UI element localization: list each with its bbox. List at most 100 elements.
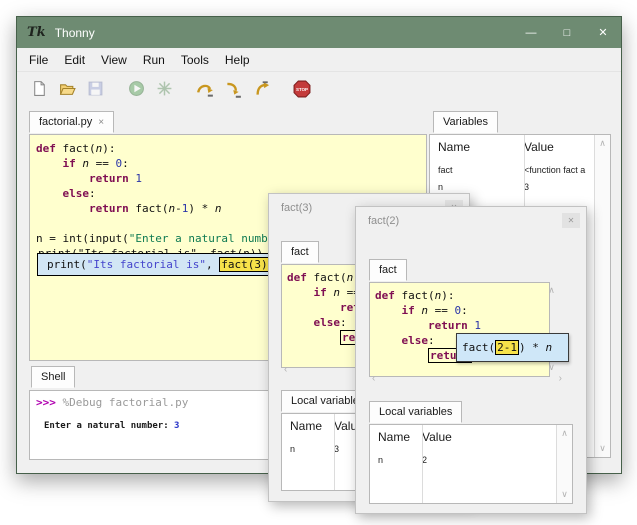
window-controls: — □ ✕	[513, 17, 621, 48]
menu-run[interactable]: Run	[135, 50, 173, 70]
new-file-icon[interactable]	[27, 77, 51, 101]
code-line[interactable]: if n == 0:	[36, 156, 426, 171]
dialog-title: fact(2)	[368, 215, 399, 227]
code-token: fact(3)	[219, 257, 269, 272]
dialog-code-view[interactable]: def fact(n): if n == 0: return 1 else: r…	[369, 282, 550, 377]
scroll-up-icon[interactable]: ∧	[561, 428, 568, 439]
code-token: 2-1	[495, 340, 519, 355]
scroll-left-icon[interactable]: ‹	[372, 373, 375, 384]
code-token: :	[340, 316, 347, 329]
code-token	[375, 349, 428, 362]
code-token: ):	[102, 142, 115, 155]
close-button[interactable]: ✕	[585, 17, 621, 48]
code-line[interactable]: return 1	[36, 171, 426, 186]
tab-label: Variables	[443, 116, 488, 128]
menu-help[interactable]: Help	[217, 50, 258, 70]
tab-close-icon[interactable]: ×	[98, 117, 104, 128]
column-name: Name	[290, 419, 334, 433]
debug-icon	[152, 77, 176, 101]
code-token: print(	[47, 258, 87, 271]
code-token	[287, 316, 314, 329]
scroll-down-icon[interactable]: ∨	[561, 489, 568, 500]
code-token	[36, 202, 89, 215]
step-over-icon[interactable]	[193, 77, 217, 101]
code-token: :	[122, 157, 129, 170]
debug-focus-statement: print("Its factorial is", fact(3))	[37, 253, 306, 276]
column-value: Value	[422, 430, 452, 444]
cell-name: n	[290, 444, 334, 454]
open-file-icon[interactable]	[55, 77, 79, 101]
code-token: return	[428, 319, 468, 332]
tab-fact[interactable]: fact	[281, 241, 319, 263]
code-token: n	[215, 202, 222, 215]
tab-variables[interactable]: Variables	[433, 111, 498, 133]
code-token: fact(	[307, 271, 347, 284]
dialog-close-icon[interactable]: ✕	[562, 213, 580, 228]
scroll-down-icon[interactable]: ∨	[599, 443, 606, 454]
code-token: n = int(input(	[36, 232, 129, 245]
code-line[interactable]: def fact(n):	[375, 288, 549, 303]
code-token: fact(	[462, 341, 495, 354]
minimize-button[interactable]: —	[513, 17, 549, 48]
code-token: def	[375, 289, 395, 302]
table-row[interactable]: n2	[370, 448, 572, 465]
cell-value: 2	[422, 455, 564, 465]
step-into-icon[interactable]	[221, 77, 245, 101]
tab-factorial-py[interactable]: factorial.py ×	[29, 111, 114, 133]
code-token: ,	[206, 258, 219, 271]
code-token: def	[287, 271, 307, 284]
code-token: if	[402, 304, 415, 317]
label: Local variables	[291, 395, 364, 407]
horizontal-scrollbar[interactable]: ‹ ›	[369, 372, 565, 385]
code-token: fact(	[56, 142, 96, 155]
code-token: :	[89, 187, 96, 200]
tab-label: factorial.py	[39, 116, 92, 128]
scroll-up-icon[interactable]: ∧	[548, 285, 555, 296]
code-token: n	[421, 304, 428, 317]
table-rows: n2	[370, 448, 572, 465]
title-bar[interactable]: Tk Thonny — □ ✕	[17, 17, 621, 48]
code-token: def	[36, 142, 56, 155]
shell-io-value: 3	[174, 421, 179, 431]
stop-icon[interactable]: STOP	[290, 77, 314, 101]
step-out-icon[interactable]	[249, 77, 273, 101]
maximize-button[interactable]: □	[549, 17, 585, 48]
shell-io-text: Enter a natural number:	[44, 421, 174, 431]
scroll-up-icon[interactable]: ∧	[599, 138, 606, 149]
code-token	[375, 319, 428, 332]
variables-scrollbar[interactable]: ∧ ∨	[594, 135, 610, 457]
expression-evaluation-popup: fact(2-1) * n	[456, 333, 569, 362]
code-line[interactable]: return 1	[375, 318, 549, 333]
menu-view[interactable]: View	[93, 50, 135, 70]
menu-edit[interactable]: Edit	[56, 50, 93, 70]
code-line[interactable]: def fact(n):	[36, 141, 426, 156]
code-token: ):	[441, 289, 454, 302]
code-token: return	[89, 202, 129, 215]
code-token: ) *	[519, 341, 546, 354]
code-token: return	[89, 172, 129, 185]
code-token: ==	[428, 304, 455, 317]
tab-label: fact	[291, 246, 309, 258]
column-divider	[334, 414, 335, 490]
code-token: n	[82, 157, 89, 170]
desktop: Tk Thonny — □ ✕ File Edit View Run Tools…	[0, 0, 637, 525]
scroll-right-icon[interactable]: ›	[559, 373, 562, 384]
code-token: :	[428, 334, 435, 347]
tab-shell[interactable]: Shell	[31, 366, 75, 388]
column-name: Name	[378, 430, 422, 444]
code-token: if	[63, 157, 76, 170]
menu-file[interactable]: File	[21, 50, 56, 70]
cell-name: n	[438, 182, 524, 192]
table-row[interactable]: n3	[430, 175, 610, 192]
code-token: :	[461, 304, 468, 317]
scroll-left-icon[interactable]: ‹	[284, 364, 287, 375]
tab-fact[interactable]: fact	[369, 259, 407, 281]
code-token: 1	[135, 172, 142, 185]
code-line[interactable]: if n == 0:	[375, 303, 549, 318]
table-scrollbar[interactable]: ∧ ∨	[556, 425, 572, 503]
menu-tools[interactable]: Tools	[173, 50, 217, 70]
column-divider	[422, 425, 423, 503]
code-token	[287, 331, 340, 344]
code-token	[36, 157, 63, 170]
table-row[interactable]: fact<function fact a	[430, 158, 610, 175]
